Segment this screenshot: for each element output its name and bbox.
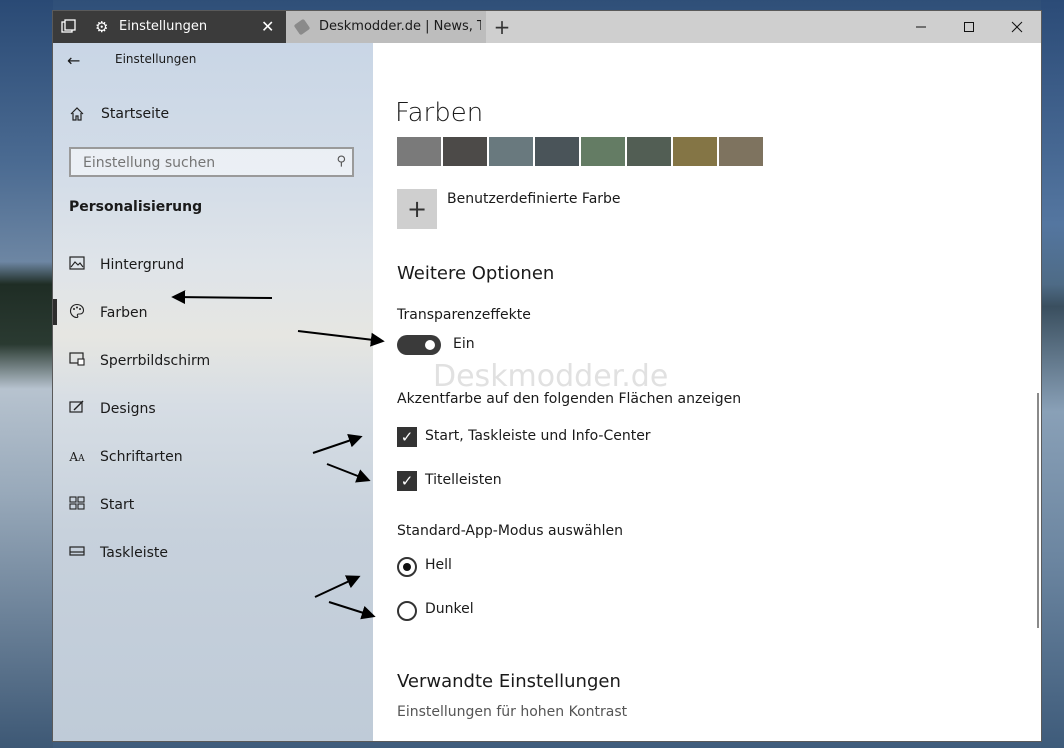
accent-start-checkbox[interactable]: ✓ [397,427,417,447]
sidebar-item-start[interactable]: Start [69,493,134,517]
high-contrast-link[interactable]: Einstellungen für hohen Kontrast [397,704,627,720]
toggle-state-text: Ein [453,336,475,352]
color-swatch[interactable] [673,137,717,166]
mode-dark-radio[interactable] [397,601,417,621]
sidebar-item-label: Taskleiste [100,545,169,561]
page-title: Farben [395,98,484,128]
tab-title: Deskmodder.de | News, Tip [319,19,481,34]
search-input[interactable] [81,153,325,173]
color-swatch[interactable] [535,137,579,166]
sidebar-item-sperrbildschirm[interactable]: Sperrbildschirm [69,349,210,373]
close-icon [1011,21,1023,33]
custom-color-label: Benutzerdefinierte Farbe [447,191,621,207]
checkmark-icon: ✓ [400,472,414,490]
sidebar: ← Einstellungen Startseite ⚲ Personalisi… [53,43,373,741]
accent-label: Akzentfarbe auf den folgenden Flächen an… [397,391,742,407]
close-window-button[interactable] [993,11,1041,43]
maximize-button[interactable] [945,11,993,43]
tab-deskmodder[interactable]: Deskmodder.de | News, Tip [286,11,486,43]
accent-titlebars-label: Titelleisten [425,472,502,488]
app-mode-label: Standard-App-Modus auswählen [397,523,624,539]
sidebar-item-label: Startseite [101,106,170,122]
tab-manager-icon[interactable] [53,11,85,43]
sidebar-item-label: Start [100,497,135,513]
accent-titlebars-checkbox[interactable]: ✓ [397,471,417,491]
lock-screen-icon [69,352,85,370]
maximize-icon [964,22,974,32]
palette-icon [69,303,85,323]
selection-indicator [53,299,57,325]
back-arrow-icon[interactable]: ← [67,51,80,70]
section-heading: Personalisierung [69,199,203,215]
color-swatch[interactable] [581,137,625,166]
favicon-icon [293,18,311,36]
sidebar-item-label: Designs [100,401,156,417]
start-icon [69,496,85,514]
sidebar-item-label: Schriftarten [100,449,183,465]
sidebar-item-taskleiste[interactable]: Taskleiste [69,541,168,565]
sidebar-item-label: Farben [100,305,148,321]
plus-icon: + [406,195,428,223]
mode-dark-label: Dunkel [425,601,474,617]
color-swatch[interactable] [443,137,487,166]
main-content: Farben + Benutzerdefinierte Farbe Weiter… [373,43,1041,741]
custom-color-button[interactable]: + [397,189,437,229]
color-swatch[interactable] [397,137,441,166]
desktop-background-right [1041,0,1064,748]
settings-window: ⚙ Einstellungen ✕ Deskmodder.de | News, … [53,11,1041,741]
transparency-toggle[interactable] [397,335,441,355]
search-icon[interactable]: ⚲ [336,154,346,169]
sidebar-item-schriftarten[interactable]: AA Schriftarten [69,445,183,469]
scrollbar[interactable] [1037,393,1039,628]
tab-settings[interactable]: ⚙ Einstellungen ✕ [85,11,286,43]
checkmark-icon: ✓ [400,428,414,446]
sidebar-item-hintergrund[interactable]: Hintergrund [69,253,184,277]
color-swatch[interactable] [627,137,671,166]
tab-title: Einstellungen [119,19,208,34]
picture-icon [69,256,85,274]
desktop-background-left [0,0,53,748]
minimize-icon [916,26,926,28]
search-box[interactable]: ⚲ [69,147,354,177]
new-tab-button[interactable]: + [486,11,518,43]
sidebar-item-label: Hintergrund [100,257,185,273]
gear-icon: ⚙ [95,18,109,36]
minimize-button[interactable] [897,11,945,43]
mode-light-radio[interactable] [397,557,417,577]
section-heading-more-options: Weitere Optionen [397,263,555,284]
plus-icon: + [493,15,511,39]
toggle-knob [425,340,435,350]
app-title: Einstellungen [115,52,197,66]
section-heading-related: Verwandte Einstellungen [397,671,621,692]
home-icon [70,107,84,121]
tab-bar: ⚙ Einstellungen ✕ Deskmodder.de | News, … [53,11,1041,43]
close-icon[interactable]: ✕ [261,17,274,36]
taskbar-icon [69,545,85,561]
sidebar-item-label: Sperrbildschirm [100,353,211,369]
accent-start-label: Start, Taskleiste und Info-Center [425,428,651,444]
sidebar-item-home[interactable]: Startseite [69,106,169,122]
watermark: Deskmodder.de [433,359,669,394]
transparency-label: Transparenzeffekte [397,307,531,323]
sidebar-item-farben[interactable]: Farben [69,301,147,325]
color-swatch[interactable] [719,137,763,166]
themes-icon [69,400,85,418]
sidebar-item-designs[interactable]: Designs [69,397,156,421]
color-swatch[interactable] [489,137,533,166]
mode-light-label: Hell [425,557,452,573]
radio-dot [403,563,411,571]
fonts-icon: AA [69,450,85,464]
